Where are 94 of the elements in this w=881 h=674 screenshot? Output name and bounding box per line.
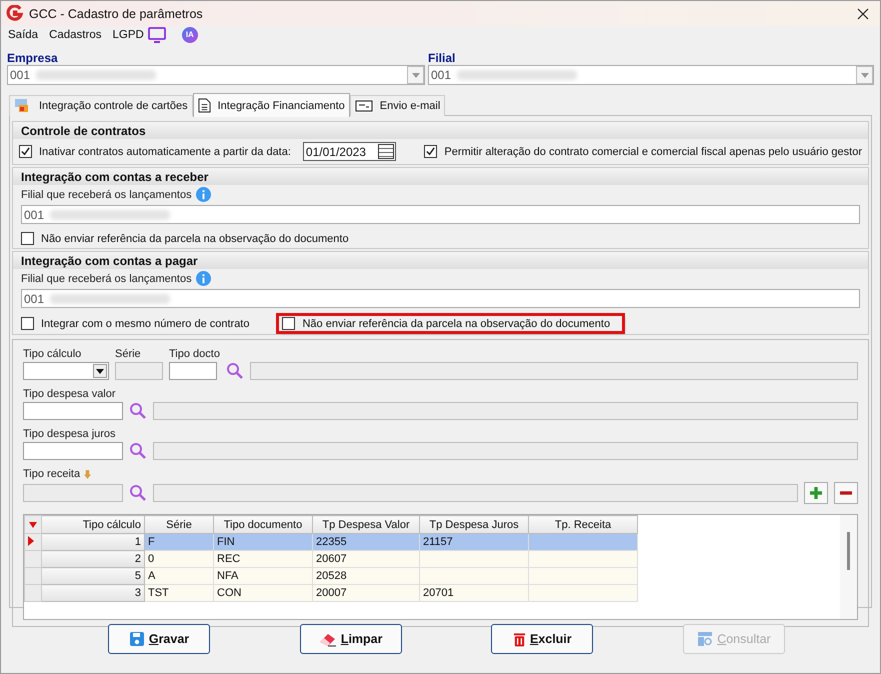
table-cell: 3	[42, 584, 144, 602]
column-header[interactable]	[24, 516, 42, 534]
table-cell: F	[144, 534, 214, 550]
column-header[interactable]: Tp Despesa Juros	[420, 516, 528, 534]
description-field[interactable]	[250, 362, 858, 380]
table-cell: 20607	[312, 550, 420, 568]
ia-badge[interactable]: IA	[182, 26, 198, 42]
table-cell: 5	[42, 568, 144, 584]
checkbox-label: Inativar contratos automaticamente a partir da data:	[39, 146, 291, 158]
table-cell: 21157	[420, 534, 528, 550]
dropdown-arrow-icon[interactable]	[96, 368, 104, 374]
field-label: Tipo despesa juros	[23, 428, 117, 440]
checkbox-label: Integrar com o mesmo número de contrato	[41, 318, 250, 330]
table-cell: 20528	[312, 568, 420, 584]
envelope-icon	[354, 100, 373, 112]
tab[interactable]: Integração controle de cartões	[9, 95, 193, 116]
column-header[interactable]: Tipo documento	[214, 516, 312, 534]
checkbox-label: Permitir alteração do contrato comercial e comercial fiscal apenas pelo usuário gestor	[444, 146, 862, 158]
table-cell: NFA	[214, 568, 312, 584]
description-field[interactable]	[153, 442, 858, 460]
section-header: Controle de contratos	[13, 122, 868, 139]
field-label: Filial	[428, 51, 456, 65]
checkbox[interactable]	[19, 145, 32, 158]
field-label: Tipo despesa valor	[23, 388, 117, 400]
table-cell: 1	[42, 534, 144, 550]
field-label: Filial que receberá os lançamentos	[21, 272, 192, 284]
document-icon	[198, 98, 211, 113]
delete-button[interactable]: Excluir	[491, 624, 594, 654]
table-cell: 20701	[420, 584, 528, 602]
trash-icon	[512, 631, 526, 647]
info-icon[interactable]	[196, 187, 211, 202]
field-label: Tipo docto	[169, 348, 220, 360]
field-label: Filial que receberá os lançamentos	[21, 188, 192, 200]
table-cell: REC	[214, 550, 312, 568]
app-logo-icon	[6, 5, 23, 22]
add-button[interactable]	[804, 482, 828, 504]
checkbox-label: Não enviar referência da parcela na observação do documento	[302, 318, 610, 330]
table-cell: A	[144, 568, 214, 584]
table-cell: TST	[144, 584, 214, 602]
field-label: Empresa	[7, 51, 59, 65]
checkbox[interactable]	[21, 232, 34, 245]
sort-arrow-icon[interactable]	[29, 522, 37, 528]
monitor-icon[interactable]	[148, 26, 166, 42]
code-field[interactable]	[23, 484, 123, 502]
code-field[interactable]	[23, 402, 123, 420]
down-arrow-icon	[84, 470, 92, 478]
current-row-icon	[28, 536, 34, 546]
clear-button[interactable]: Limpar	[300, 624, 402, 654]
menu-item[interactable]: LGPD	[112, 28, 144, 40]
section-header: Integração com contas a pagar	[13, 252, 868, 269]
search-icon[interactable]	[129, 484, 147, 502]
date-field[interactable]: 01/01/2023	[302, 142, 396, 161]
table-cell: 2	[42, 550, 144, 568]
table-cell: 0	[144, 550, 214, 568]
column-header[interactable]: Tp Despesa Valor	[312, 516, 420, 534]
checkbox-label: Não enviar referência da parcela na observação do documento	[41, 232, 349, 244]
tab[interactable]: Integração Financiamento	[192, 93, 350, 117]
description-field[interactable]	[153, 484, 798, 502]
eraser-icon	[318, 631, 337, 647]
checkbox[interactable]	[21, 317, 34, 330]
info-icon[interactable]	[196, 271, 211, 286]
search-icon[interactable]	[226, 362, 244, 380]
description-field[interactable]	[153, 402, 858, 420]
table-cell: 22355	[312, 534, 420, 550]
table-cell: 20007	[312, 584, 420, 602]
table-cell: CON	[214, 584, 312, 602]
column-header[interactable]: Tp. Receita	[528, 516, 638, 534]
menu-item[interactable]: Cadastros	[49, 28, 102, 40]
grid-search-icon	[697, 631, 714, 647]
search-icon[interactable]	[129, 402, 147, 420]
field-label: Tipo cálculo	[23, 348, 82, 360]
calendar-icon[interactable]	[378, 144, 394, 159]
window-title: GCC - Cadastro de parâmetros	[29, 6, 203, 20]
checkbox[interactable]	[282, 317, 296, 330]
field-label: Série	[115, 348, 142, 360]
section-header: Integração com contas a receber	[13, 168, 868, 185]
tab[interactable]: Envio e-mail	[350, 95, 446, 116]
search-icon[interactable]	[129, 442, 147, 460]
dropdown-button[interactable]	[93, 364, 107, 378]
branch-field[interactable]: 001	[21, 289, 860, 308]
code-field[interactable]	[23, 442, 123, 460]
remove-button[interactable]	[834, 482, 858, 504]
column-header[interactable]: Série	[144, 516, 214, 534]
branch-field[interactable]: 001	[21, 205, 860, 224]
document-type-field[interactable]	[169, 362, 217, 380]
series-field[interactable]	[115, 362, 163, 380]
column-header[interactable]: Tipo cálculo	[42, 516, 144, 534]
close-icon[interactable]	[857, 8, 869, 20]
checkbox[interactable]	[424, 145, 438, 158]
save-button[interactable]: Gravar	[108, 624, 210, 654]
menu-item[interactable]: Saída	[8, 28, 38, 40]
field-label: Tipo receita	[23, 468, 80, 480]
plus-icon	[809, 486, 823, 500]
table-cell: FIN	[214, 534, 312, 550]
